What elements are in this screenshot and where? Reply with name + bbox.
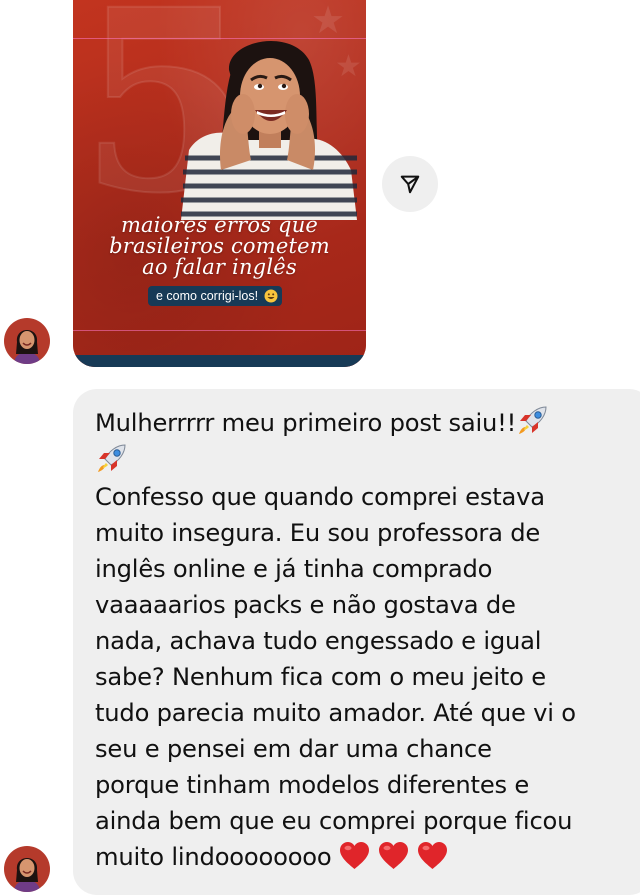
message-text: Mulherrrrr meu primeiro post saiu!! Conf… <box>95 403 615 875</box>
grinning-face-icon <box>264 289 278 303</box>
heart-icon <box>417 842 447 869</box>
post-subtitle: e como corrigi-los! <box>156 289 259 303</box>
paper-plane-icon <box>400 175 420 194</box>
smiling-woman-photo <box>181 41 357 220</box>
message-line-first: Mulherrrrr meu primeiro post saiu!! <box>95 409 517 437</box>
message-last-line: muito lindoooooooo <box>95 843 332 871</box>
rocket-icon <box>519 406 547 434</box>
heart-icon <box>378 842 408 869</box>
post-subtitle-pill: e como corrigi-los! <box>148 286 283 306</box>
post-guide-line <box>73 330 366 331</box>
avatar-icon <box>4 846 50 892</box>
avatar-icon <box>4 318 50 364</box>
share-button[interactable] <box>382 156 438 212</box>
sender-avatar[interactable] <box>4 846 50 892</box>
shared-post-card[interactable]: 5 ★ ★ maiores erros que brasileiros come… <box>73 0 366 367</box>
message-body: Confesso que quando comprei estava muito… <box>95 483 576 835</box>
heart-icon <box>339 842 369 869</box>
message-bubble[interactable]: Mulherrrrr meu primeiro post saiu!! Conf… <box>73 389 640 895</box>
rocket-icon <box>98 444 126 472</box>
post-bottom-bar <box>73 355 366 367</box>
post-title: maiores erros que brasileiros cometem ao… <box>109 213 330 279</box>
sender-avatar[interactable] <box>4 318 50 364</box>
